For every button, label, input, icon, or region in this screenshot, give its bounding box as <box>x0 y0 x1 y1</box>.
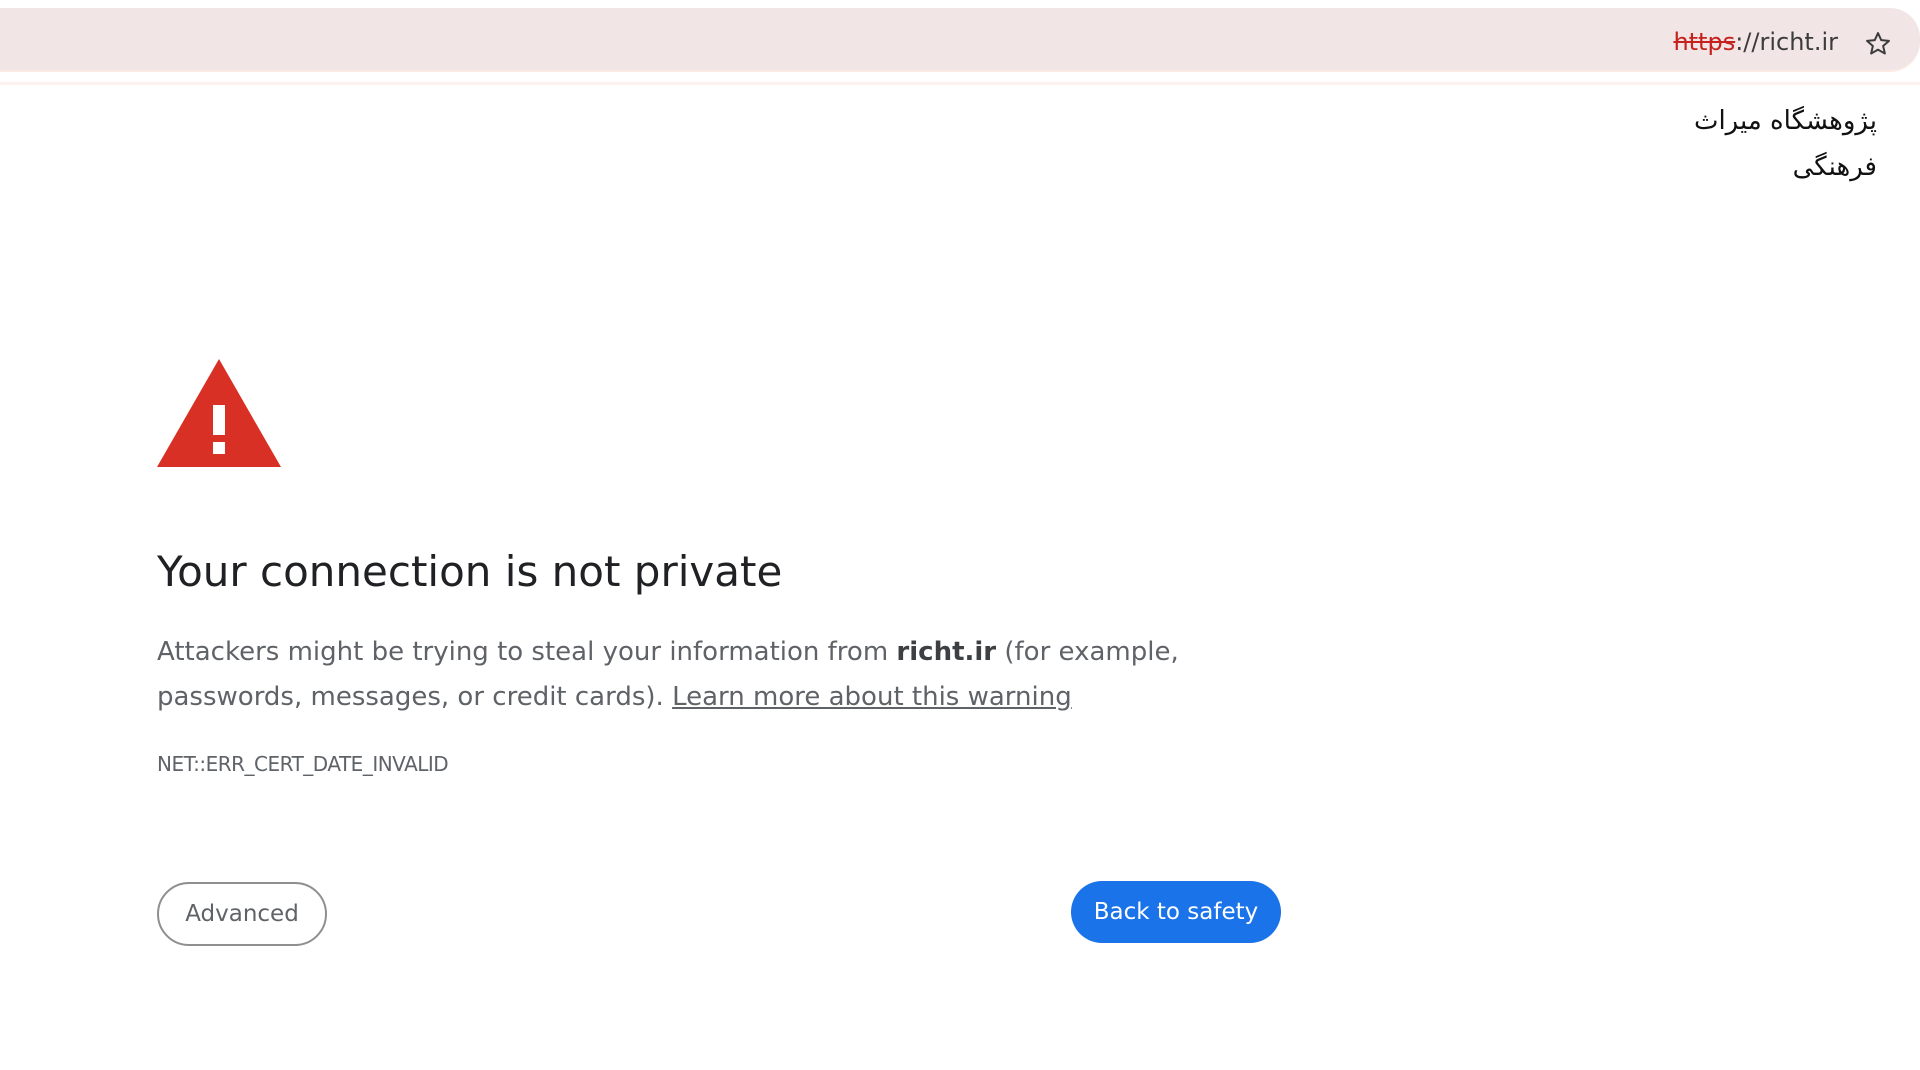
address-bar-divider <box>0 82 1920 85</box>
learn-more-link[interactable]: Learn more about this warning <box>672 682 1072 712</box>
error-code: NET::ERR_CERT_DATE_INVALID <box>157 752 449 776</box>
back-to-safety-button[interactable]: Back to safety <box>1071 881 1281 943</box>
address-bar[interactable]: https://richt.ir <box>0 8 1920 72</box>
url-scheme-insecure: https <box>1673 28 1736 56</box>
url-text[interactable]: https://richt.ir <box>1673 30 1838 54</box>
url-host: ://richt.ir <box>1735 28 1838 56</box>
site-title: پژوهشگاه میراث فرهنگی <box>1693 106 1877 182</box>
interstitial-page: https://richt.ir پژوهشگاه میراث فرهنگی Y… <box>0 0 1920 1070</box>
warning-message: Attackers might be trying to steal your … <box>157 630 1297 720</box>
warning-triangle-icon <box>157 359 281 467</box>
message-text-before: Attackers might be trying to steal your … <box>157 637 897 667</box>
page-heading: Your connection is not private <box>157 547 783 596</box>
domain-name: richt.ir <box>896 637 997 667</box>
star-icon[interactable] <box>1864 30 1892 58</box>
advanced-button[interactable]: Advanced <box>157 882 327 946</box>
